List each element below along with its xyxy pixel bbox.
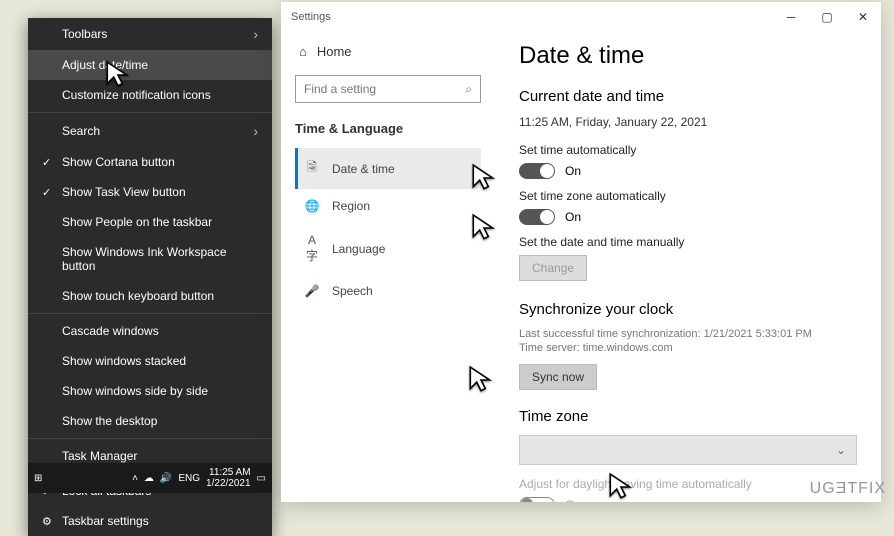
current-datetime: 11:25 AM, Friday, January 22, 2021 [519, 115, 857, 129]
context-menu-label: Show windows side by side [62, 384, 258, 398]
context-menu-item[interactable]: ✓ Show Cortana button [28, 147, 272, 177]
page-title: Date & time [519, 42, 857, 70]
sidebar-item[interactable]: 🌐 Region [295, 189, 481, 223]
set-zone-auto-label: Set time zone automatically [519, 189, 857, 203]
context-menu-label: Adjust date/time [62, 58, 258, 72]
context-menu-label: Show touch keyboard button [62, 289, 258, 303]
sidebar-item-label: Region [332, 199, 370, 213]
sidebar-item-icon: 🎤 [304, 284, 320, 298]
set-zone-auto-toggle[interactable] [519, 209, 555, 225]
context-menu-label: Show People on the taskbar [62, 215, 258, 229]
search-placeholder: Find a setting [304, 82, 376, 96]
dst-label: Adjust for daylight saving time automati… [519, 477, 857, 491]
clock-date: 1/22/2021 [206, 478, 251, 489]
context-menu-label: Customize notification icons [62, 88, 258, 102]
watermark: UGƎTFIX [810, 480, 886, 498]
sidebar-item-label: Speech [332, 284, 373, 298]
titlebar[interactable]: Settings ─ ▢ ✕ [281, 2, 881, 32]
current-subhead: Current date and time [519, 88, 857, 105]
system-tray: ˄ ☁ 🔊 ENG 11:25 AM 1/22/2021 ▭ [132, 467, 266, 489]
sync-server: Time server: time.windows.com [519, 342, 857, 354]
context-menu-item[interactable]: Show Windows Ink Workspace button [28, 237, 272, 281]
context-menu-item[interactable]: Cascade windows [28, 316, 272, 346]
taskbar[interactable]: ⊞ ˄ ☁ 🔊 ENG 11:25 AM 1/22/2021 ▭ [28, 463, 272, 493]
sidebar-item-icon: 🌐 [304, 199, 320, 213]
set-time-auto-state: On [565, 164, 581, 178]
taskbar-context-menu: Toolbars Adjust date/time Customize notifi… [28, 18, 272, 536]
check-icon: ✓ [42, 156, 58, 169]
context-menu-label: Show windows stacked [62, 354, 258, 368]
sidebar-item-icon: A字 [304, 233, 320, 264]
context-menu-label: Cascade windows [62, 324, 258, 338]
sidebar-item-label: Date & time [332, 162, 395, 176]
search-icon: ⌕ [465, 82, 472, 97]
context-menu-item[interactable]: ✓ Show Task View button [28, 177, 272, 207]
set-time-auto-label: Set time automatically [519, 143, 857, 157]
sync-head: Synchronize your clock [519, 301, 857, 318]
context-menu-item[interactable]: Show People on the taskbar [28, 207, 272, 237]
search-input[interactable]: Find a setting ⌕ [295, 75, 481, 103]
sidebar-item-icon: 🗟 [304, 158, 320, 179]
settings-sidebar: ⌂ Home Find a setting ⌕ Time & Language … [281, 32, 495, 502]
context-menu-separator [28, 112, 272, 113]
sync-now-button[interactable]: Sync now [519, 364, 597, 390]
tray-arrow-icon[interactable]: ˄ [132, 473, 138, 484]
sidebar-item-label: Language [332, 242, 385, 256]
context-menu-item[interactable]: Show touch keyboard button [28, 281, 272, 311]
tz-head: Time zone [519, 408, 857, 425]
manual-label: Set the date and time manually [519, 235, 857, 249]
taskbar-clock[interactable]: 11:25 AM 1/22/2021 [206, 467, 251, 489]
context-menu-label: Search [62, 124, 253, 138]
check-icon: ✓ [42, 186, 58, 199]
context-menu-item[interactable]: Toolbars [28, 18, 272, 50]
context-menu-label: Task Manager [62, 449, 258, 463]
notification-icon[interactable]: ▭ [257, 473, 266, 484]
dst-state: On [565, 498, 581, 502]
dst-toggle [519, 497, 555, 502]
sidebar-item[interactable]: 🗟 Date & time [295, 148, 481, 189]
settings-content: Date & time Current date and time 11:25 … [495, 32, 881, 502]
timezone-dropdown[interactable] [519, 435, 857, 465]
context-menu-label: Show Task View button [62, 185, 258, 199]
close-button[interactable]: ✕ [845, 2, 881, 32]
context-menu-label: Show the desktop [62, 414, 258, 428]
context-menu-separator [28, 438, 272, 439]
maximize-button[interactable]: ▢ [809, 2, 845, 32]
set-zone-auto-state: On [565, 210, 581, 224]
context-menu-item[interactable]: Adjust date/time [28, 50, 272, 80]
home-icon: ⌂ [299, 44, 307, 59]
context-menu-label: Toolbars [62, 27, 253, 41]
set-time-auto-toggle[interactable] [519, 163, 555, 179]
settings-window: Settings ─ ▢ ✕ ⌂ Home Find a setting ⌕ T… [281, 2, 881, 502]
sync-last: Last successful time synchronization: 1/… [519, 328, 857, 340]
start-icon[interactable]: ⊞ [34, 473, 42, 484]
context-menu-item[interactable]: Show the desktop [28, 406, 272, 436]
cloud-icon[interactable]: ☁ [144, 473, 154, 484]
context-menu-item[interactable]: Customize notification icons [28, 80, 272, 110]
context-menu-item[interactable]: Show windows stacked [28, 346, 272, 376]
sidebar-section-head: Time & Language [295, 121, 481, 136]
lang-indicator[interactable]: ENG [178, 473, 200, 484]
context-menu-label: Show Cortana button [62, 155, 258, 169]
sidebar-item[interactable]: A字 Language [295, 223, 481, 274]
volume-icon[interactable]: 🔊 [160, 473, 172, 484]
context-menu-label: Show Windows Ink Workspace button [62, 245, 258, 273]
clock-time: 11:25 AM [206, 467, 251, 478]
gear-icon: ⚙ [42, 515, 58, 528]
context-menu-item[interactable]: Show windows side by side [28, 376, 272, 406]
sidebar-item[interactable]: 🎤 Speech [295, 274, 481, 308]
context-menu-item[interactable]: Search [28, 115, 272, 147]
context-menu-label: Taskbar settings [62, 514, 258, 528]
change-button[interactable]: Change [519, 255, 587, 281]
home-label: Home [317, 44, 352, 59]
sidebar-home[interactable]: ⌂ Home [295, 38, 481, 65]
window-title: Settings [291, 11, 331, 23]
context-menu-separator [28, 313, 272, 314]
context-menu-item[interactable]: ⚙ Taskbar settings [28, 506, 272, 536]
minimize-button[interactable]: ─ [773, 2, 809, 32]
